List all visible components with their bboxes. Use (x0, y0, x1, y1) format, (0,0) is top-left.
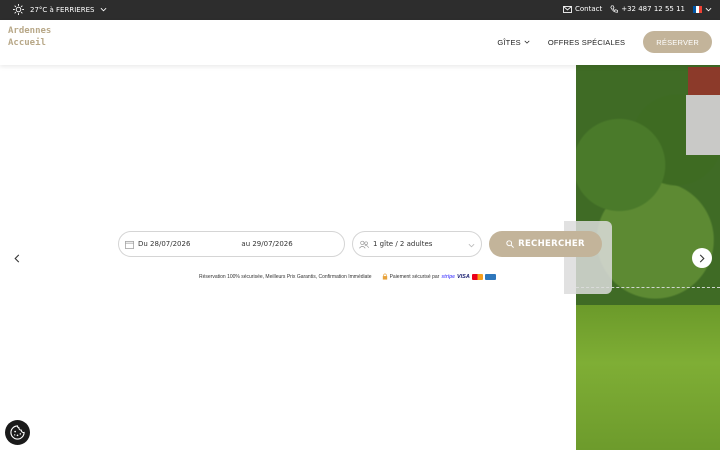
reassurance-text: Réservation 100% sécurisée, Meilleurs Pr… (199, 273, 372, 280)
phone-link[interactable]: +32 487 12 55 11 (610, 5, 685, 13)
visa-logo: VISA (456, 273, 470, 280)
payment-text: Paiement sécurisé par (389, 273, 440, 280)
nav-offres-speciales[interactable]: OFFRES SPÉCIALES (548, 38, 625, 47)
phone-number: +32 487 12 55 11 (621, 5, 685, 13)
logo-line-2: Accueil (8, 38, 46, 48)
contact-label: Contact (575, 5, 603, 13)
nav-offres-label: OFFRES SPÉCIALES (547, 37, 626, 47)
weather-widget[interactable]: 27°C à FERRIERES (13, 4, 107, 15)
carousel-next-button[interactable] (692, 248, 712, 268)
date-range-field[interactable]: Du 28/07/2026 au 29/07/2026 (118, 231, 345, 257)
date-to[interactable]: au 29/07/2026 (241, 240, 292, 248)
carousel-prev-button[interactable] (7, 248, 27, 268)
nav-gites-label: GÎTES (497, 37, 521, 47)
main-nav: GÎTES OFFRES SPÉCIALES RÉSERVER (497, 31, 712, 53)
guests-value: 1 gîte / 2 adultes (373, 240, 433, 248)
guests-field[interactable]: 1 gîte / 2 adultes (352, 231, 482, 257)
cookie-settings-button[interactable] (5, 420, 30, 445)
language-selector[interactable] (693, 5, 712, 13)
mail-icon (563, 5, 572, 13)
logo[interactable]: Ardennes Accueil (8, 25, 51, 49)
reassurance-bar: Réservation 100% sécurisée, Meilleurs Pr… (199, 273, 496, 280)
cookie-icon (10, 425, 25, 440)
phone-icon (610, 5, 619, 13)
lock-icon (382, 273, 387, 280)
chevron-down-icon (524, 40, 530, 44)
chevron-right-icon (699, 254, 705, 262)
chevron-down-icon (705, 7, 712, 11)
flag-fr-icon (693, 5, 702, 13)
nav-gites[interactable]: GÎTES (497, 38, 530, 47)
top-bar: 27°C à FERRIERES Contact +32 487 12 55 1… (0, 0, 720, 20)
contact-link[interactable]: Contact (563, 5, 602, 13)
search-button[interactable]: RECHERCHER (489, 231, 602, 257)
amex-logo (484, 273, 496, 280)
site-header: Ardennes Accueil GÎTES OFFRES SPÉCIALES … (0, 20, 720, 65)
chevron-down-icon (468, 243, 475, 248)
mastercard-logo (471, 273, 483, 280)
reserve-button[interactable]: RÉSERVER (643, 31, 712, 53)
chevron-down-icon (101, 7, 107, 12)
search-button-label: RECHERCHER (518, 239, 585, 249)
logo-line-1: Ardennes (8, 26, 52, 36)
stripe-logo: stripe (441, 273, 455, 280)
calendar-icon (125, 240, 134, 249)
search-icon (506, 240, 515, 248)
date-from[interactable]: Du 28/07/2026 (138, 240, 190, 248)
weather-text: 27°C à FERRIERES (30, 5, 95, 14)
users-icon (359, 240, 369, 248)
chevron-left-icon (14, 254, 20, 262)
sun-icon (13, 4, 24, 15)
